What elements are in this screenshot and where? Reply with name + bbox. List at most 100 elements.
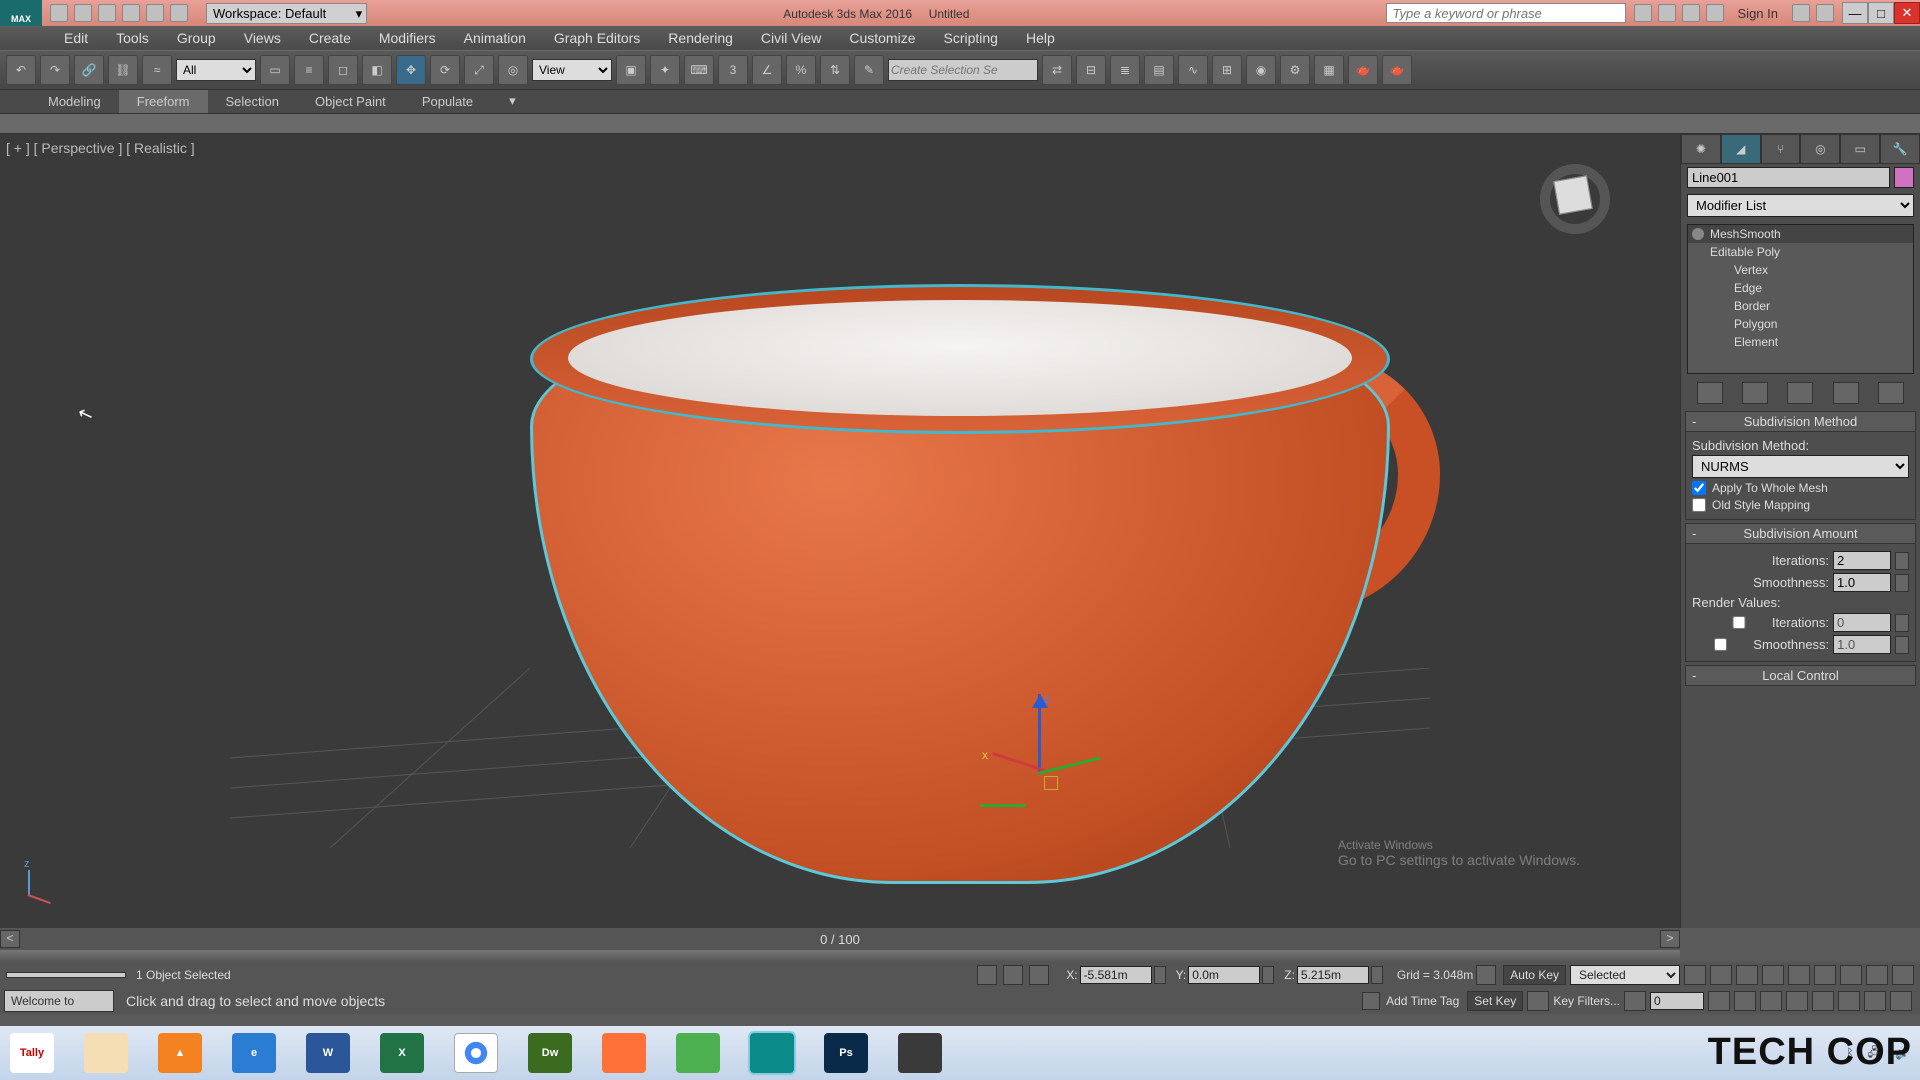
maximize-button[interactable]: □ xyxy=(1868,2,1894,24)
menu-create[interactable]: Create xyxy=(295,27,365,49)
angle-snap-button[interactable]: ∠ xyxy=(752,55,782,85)
transform-x-input[interactable] xyxy=(1080,966,1152,984)
edit-selection-button[interactable]: ✎ xyxy=(854,55,884,85)
manipulate-button[interactable]: ✦ xyxy=(650,55,680,85)
time-slider[interactable]: < 0 / 100 > xyxy=(0,928,1680,950)
select-scale-button[interactable]: ⤢ xyxy=(464,55,494,85)
object-name-input[interactable] xyxy=(1687,167,1890,188)
render-iterations-checkbox[interactable] xyxy=(1710,616,1768,629)
undo-button[interactable]: ↶ xyxy=(6,55,36,85)
render-button[interactable]: 🫖 xyxy=(1348,55,1378,85)
vp-orbit-icon[interactable] xyxy=(1864,991,1886,1011)
select-place-button[interactable]: ◎ xyxy=(498,55,528,85)
ribbon-expand-icon[interactable]: ▾ xyxy=(491,89,534,113)
redo-icon[interactable] xyxy=(146,4,164,22)
display-tab-icon[interactable]: ▭ xyxy=(1840,134,1880,164)
vp-zoom-icon[interactable] xyxy=(1708,991,1730,1011)
nav2-icon[interactable] xyxy=(1840,965,1862,985)
isolate-icon[interactable] xyxy=(1003,965,1023,985)
prev-frame-icon[interactable] xyxy=(1710,965,1732,985)
select-move-button[interactable]: ✥ xyxy=(396,55,426,85)
select-by-name-button[interactable]: ≡ xyxy=(294,55,324,85)
cup-object[interactable] xyxy=(490,244,1430,894)
taskbar-app-3dsmax[interactable] xyxy=(750,1033,794,1073)
user-icon[interactable] xyxy=(1706,4,1724,22)
time-next-button[interactable]: > xyxy=(1660,930,1680,948)
vp-zoom-extents-all-icon[interactable] xyxy=(1786,991,1808,1011)
exchange-icon[interactable] xyxy=(1792,4,1810,22)
modifier-stack[interactable]: MeshSmooth Editable Poly Vertex Edge Bor… xyxy=(1687,224,1914,374)
smoothness-spinner[interactable] xyxy=(1895,574,1909,592)
time-prev-button[interactable]: < xyxy=(0,930,20,948)
add-time-tag-button[interactable]: Add Time Tag xyxy=(1386,994,1459,1008)
keyboard-shortcut-button[interactable]: ⌨ xyxy=(684,55,714,85)
menu-group[interactable]: Group xyxy=(163,27,230,49)
object-color-swatch[interactable] xyxy=(1894,167,1914,188)
taskbar-app-explorer[interactable] xyxy=(84,1033,128,1073)
vp-zoom-all-icon[interactable] xyxy=(1734,991,1756,1011)
help-search-input[interactable] xyxy=(1386,3,1626,23)
perspective-viewport[interactable]: [ + ] [ Perspective ] [ Realistic ] ↖ z … xyxy=(0,134,1680,928)
selection-set-input[interactable] xyxy=(888,59,1038,81)
vp-pan-icon[interactable] xyxy=(1838,991,1860,1011)
link-button[interactable]: 🔗 xyxy=(74,55,104,85)
menu-rendering[interactable]: Rendering xyxy=(654,27,747,49)
unlink-button[interactable]: ⛓ xyxy=(108,55,138,85)
render-setup-button[interactable]: ⚙ xyxy=(1280,55,1310,85)
z-spinner[interactable] xyxy=(1371,966,1383,984)
key-filters-button[interactable]: Key Filters... xyxy=(1553,994,1620,1008)
link-icon[interactable] xyxy=(170,4,188,22)
vp-zoom-extents-icon[interactable] xyxy=(1760,991,1782,1011)
close-button[interactable]: ✕ xyxy=(1894,2,1920,24)
ribbon-tab-freeform[interactable]: Freeform xyxy=(119,90,208,113)
pin-stack-icon[interactable] xyxy=(1697,382,1723,404)
visibility-toggle-icon[interactable] xyxy=(1692,228,1704,240)
rollout-subdiv-method[interactable]: Subdivision Method xyxy=(1685,411,1916,432)
x-spinner[interactable] xyxy=(1154,966,1166,984)
motion-tab-icon[interactable]: ◎ xyxy=(1800,134,1840,164)
taskbar-app-corel[interactable] xyxy=(676,1033,720,1073)
menu-modifiers[interactable]: Modifiers xyxy=(365,27,450,49)
toggle-ribbon-button[interactable]: ▤ xyxy=(1144,55,1174,85)
menu-tools[interactable]: Tools xyxy=(102,27,163,49)
play-icon[interactable] xyxy=(1736,965,1758,985)
use-center-button[interactable]: ▣ xyxy=(616,55,646,85)
render-smoothness-checkbox[interactable] xyxy=(1692,638,1749,651)
taskbar-app-word[interactable]: W xyxy=(306,1033,350,1073)
undo-icon[interactable] xyxy=(122,4,140,22)
snap-toggle-button[interactable]: 3 xyxy=(718,55,748,85)
new-icon[interactable] xyxy=(50,4,68,22)
transform-z-input[interactable] xyxy=(1297,966,1369,984)
percent-snap-button[interactable]: % xyxy=(786,55,816,85)
taskbar-app-photoshop[interactable]: Ps xyxy=(824,1033,868,1073)
render-iter-spinner[interactable] xyxy=(1895,614,1909,632)
vp-maximize-icon[interactable] xyxy=(1890,991,1912,1011)
sign-in-link[interactable]: Sign In xyxy=(1732,6,1784,21)
show-end-result-icon[interactable] xyxy=(1742,382,1768,404)
subscription-icon[interactable] xyxy=(1634,4,1652,22)
taskbar-app-excel[interactable]: X xyxy=(380,1033,424,1073)
selection-lock-icon[interactable] xyxy=(977,965,997,985)
window-crossing-button[interactable]: ◧ xyxy=(362,55,392,85)
utilities-tab-icon[interactable]: 🔧 xyxy=(1880,134,1920,164)
rollout-local-control[interactable]: Local Control xyxy=(1685,665,1916,686)
menu-edit[interactable]: Edit xyxy=(50,27,102,49)
menu-views[interactable]: Views xyxy=(230,27,295,49)
frame-stepper-icon[interactable] xyxy=(1624,991,1646,1011)
ribbon-tab-populate[interactable]: Populate xyxy=(404,90,491,113)
favorites-icon[interactable] xyxy=(1682,4,1700,22)
y-spinner[interactable] xyxy=(1262,966,1274,984)
taskbar-app-chrome[interactable] xyxy=(454,1033,498,1073)
track-bar[interactable] xyxy=(0,950,1680,962)
transform-y-input[interactable] xyxy=(1188,966,1260,984)
key-mode-dropdown[interactable]: Selected xyxy=(1570,965,1680,985)
bind-button[interactable]: ≈ xyxy=(142,55,172,85)
iterations-input[interactable] xyxy=(1833,551,1891,570)
set-key-button[interactable]: Set Key xyxy=(1467,991,1523,1011)
current-frame-input[interactable] xyxy=(1650,992,1704,1010)
taskbar-app-tally[interactable]: Tally xyxy=(10,1033,54,1073)
next-frame-icon[interactable] xyxy=(1762,965,1784,985)
render-frame-button[interactable]: ▦ xyxy=(1314,55,1344,85)
selection-lock2-icon[interactable] xyxy=(1029,965,1049,985)
minimize-button[interactable]: — xyxy=(1842,2,1868,24)
